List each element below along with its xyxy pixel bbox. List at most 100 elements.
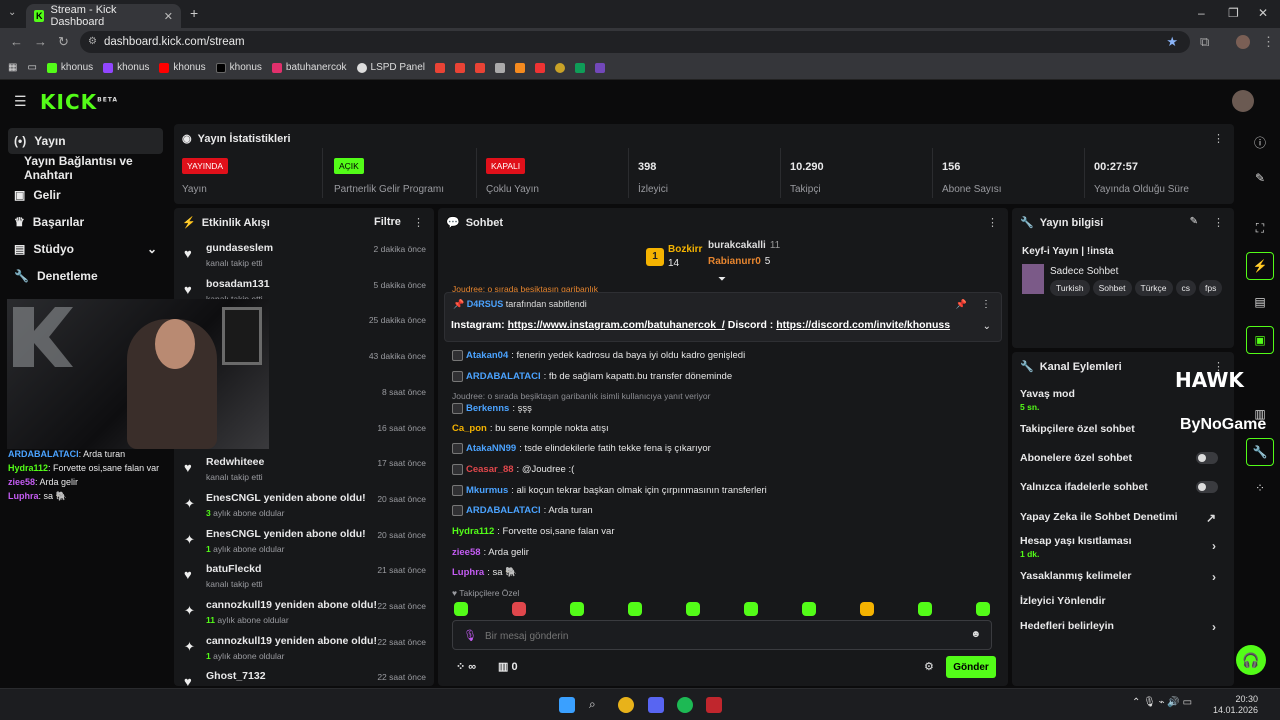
search-icon[interactable]: ⌕ <box>589 697 605 713</box>
more-options-icon[interactable]: ⋮ <box>981 299 991 310</box>
emote-icon[interactable] <box>918 602 932 616</box>
url-field[interactable]: ⚙ dashboard.kick.com/stream ★ <box>80 31 1190 53</box>
more-options-icon[interactable]: ⋮ <box>413 216 424 229</box>
bookmark-x[interactable]: khonus <box>215 62 262 73</box>
spotify-icon[interactable] <box>677 697 693 713</box>
obs-icon[interactable] <box>706 697 722 713</box>
raid-setting[interactable]: İzleyici Yönlendir <box>1020 595 1226 607</box>
support-icon[interactable]: 🎧 <box>1236 645 1266 675</box>
discord-link[interactable]: https://discord.com/invite/khonuss <box>776 319 950 331</box>
tab-list-icon[interactable]: ⌄ <box>8 7 16 18</box>
bookmark-sheets-icon[interactable] <box>575 62 585 73</box>
emote-icon[interactable] <box>628 602 642 616</box>
chat-username[interactable]: Luphra <box>452 567 484 578</box>
chat-username[interactable]: ARDABALATACI <box>466 505 541 516</box>
apps-icon[interactable]: ▦ <box>8 62 17 73</box>
emote-chat-toggle[interactable] <box>1196 481 1218 493</box>
back-icon[interactable]: ← <box>10 34 23 49</box>
close-tab-icon[interactable]: ✕ <box>164 10 173 23</box>
edit-icon[interactable]: ✎ <box>1190 216 1198 227</box>
gifts-indicator[interactable]: ▥ 0 <box>498 660 518 673</box>
bookmark-docs-icon[interactable] <box>495 62 505 73</box>
expand-leaderboard-icon[interactable]: ⏷ <box>718 274 726 285</box>
emote-icon[interactable] <box>802 602 816 616</box>
points-indicator[interactable]: ⁘ ∞ <box>456 660 476 673</box>
kick-logo[interactable]: KICKBETA <box>40 90 118 114</box>
unpin-icon[interactable]: 📌 <box>956 299 967 310</box>
chat-icon[interactable]: ▣ <box>1246 326 1274 354</box>
more-options-icon[interactable]: ⋮ <box>987 216 998 229</box>
more-options-icon[interactable]: ⋮ <box>1213 216 1224 229</box>
bookmark-youtube[interactable]: khonus <box>159 62 206 73</box>
forward-icon[interactable]: → <box>34 34 47 49</box>
bookmark-app-icon[interactable] <box>555 62 565 73</box>
chat-username[interactable]: Atakan04 <box>466 350 508 361</box>
bookmark-gmail-icon[interactable] <box>435 62 445 73</box>
bookmark-twitch[interactable]: khonus <box>103 62 149 73</box>
bookmark-app-icon[interactable] <box>535 62 545 73</box>
banned-words-setting[interactable]: Yasaklanmış kelimeler › <box>1020 570 1226 584</box>
profile-avatar[interactable] <box>1236 35 1250 49</box>
chat-username[interactable]: ARDABALATACI <box>466 371 541 382</box>
reload-icon[interactable]: ↻ <box>58 34 69 50</box>
site-info-icon[interactable]: ⚙ <box>88 31 97 53</box>
bookmark-lspd[interactable]: LSPD Panel <box>356 62 425 73</box>
bolt-icon[interactable]: ⚡ <box>1246 252 1274 280</box>
bookmark-app-icon[interactable] <box>515 62 525 73</box>
instagram-link[interactable]: https://www.instagram.com/batuhanercok_/ <box>508 319 725 331</box>
sidebar-item-gelir[interactable]: ▣ Gelir <box>8 182 163 208</box>
user-avatar[interactable] <box>1232 90 1254 112</box>
chat-username[interactable]: Mkurmus <box>466 485 508 496</box>
chat-message-input[interactable] <box>485 626 965 646</box>
emote-icon[interactable] <box>744 602 758 616</box>
menu-icon[interactable]: ☰ <box>14 93 27 110</box>
minimize-icon[interactable]: – <box>1198 6 1205 20</box>
start-icon[interactable] <box>559 697 575 713</box>
chat-username[interactable]: Ceasar_88 <box>466 464 514 475</box>
chrome-icon[interactable] <box>618 697 634 713</box>
bookmark-kick[interactable]: khonus <box>46 62 93 73</box>
sidebar-item-stream-key[interactable]: Yayın Bağlantısı ve Anahtarı <box>8 154 163 182</box>
discord-icon[interactable] <box>648 697 664 713</box>
bookmark-gmail-icon[interactable] <box>455 62 465 73</box>
chat-username[interactable]: Ca_pon <box>452 423 487 434</box>
fullscreen-icon[interactable]: ⛶ <box>1246 214 1274 242</box>
goals-setting[interactable]: Hedefleri belirleyin › <box>1020 620 1226 634</box>
browser-tab[interactable]: K Stream - Kick Dashboard ✕ <box>26 4 181 28</box>
edit-icon[interactable]: ✎ <box>1246 164 1274 192</box>
chat-username[interactable]: ziee58 <box>452 547 481 558</box>
send-button[interactable]: Gönder <box>946 656 996 678</box>
microphone-icon[interactable]: 🎙 <box>463 629 477 642</box>
filter-button[interactable]: Filtre <box>374 216 401 228</box>
sidebar-item-denetleme[interactable]: 🔧 Denetleme <box>8 263 163 289</box>
bookmark-gmail-icon[interactable] <box>475 62 485 73</box>
bookmark-star-icon[interactable]: ★ <box>1166 31 1178 53</box>
browser-menu-icon[interactable]: ⋮ <box>1262 34 1275 50</box>
new-tab-icon[interactable]: + <box>190 5 198 21</box>
subs-chat-toggle[interactable] <box>1196 452 1218 464</box>
sidebar-item-studyo[interactable]: ▤ Stüdyo ⌄ <box>8 236 163 262</box>
chat-username[interactable]: Berkenns <box>466 403 509 414</box>
emote-icon[interactable] <box>976 602 990 616</box>
sidebar-item-yayin[interactable]: (•) Yayın <box>8 128 163 154</box>
emote-icon[interactable] <box>512 602 526 616</box>
emote-icon[interactable] <box>686 602 700 616</box>
folder-icon[interactable]: ▭ <box>27 62 36 73</box>
info-icon[interactable]: ⓘ <box>1246 128 1274 156</box>
document-icon[interactable]: ▤ <box>1246 288 1274 316</box>
bookmark-forms-icon[interactable] <box>595 62 605 73</box>
collapse-icon[interactable]: ⌄ <box>983 321 991 332</box>
tray-icons[interactable]: ⌃ 🎙 ⌁ 🔊 ▭ <box>1132 697 1192 708</box>
extensions-icon[interactable]: ⧉ <box>1200 34 1209 50</box>
bookmark-instagram[interactable]: batuhanercok <box>271 62 347 73</box>
maximize-icon[interactable]: ❐ <box>1228 6 1239 20</box>
chat-username[interactable]: Hydra112 <box>452 526 494 537</box>
emote-icon[interactable] <box>570 602 584 616</box>
close-window-icon[interactable]: ✕ <box>1258 6 1268 20</box>
chat-username[interactable]: AtakaNN99 <box>466 443 516 454</box>
emote-icon[interactable] <box>454 602 468 616</box>
chat-settings-icon[interactable]: ⚙ <box>924 660 934 673</box>
ai-moderation-setting[interactable]: Yapay Zeka ile Sohbet Denetimi ↗ <box>1020 511 1226 525</box>
more-options-icon[interactable]: ⋮ <box>1213 132 1224 145</box>
system-clock[interactable]: 20:30 14.01.2026 <box>1213 694 1258 716</box>
